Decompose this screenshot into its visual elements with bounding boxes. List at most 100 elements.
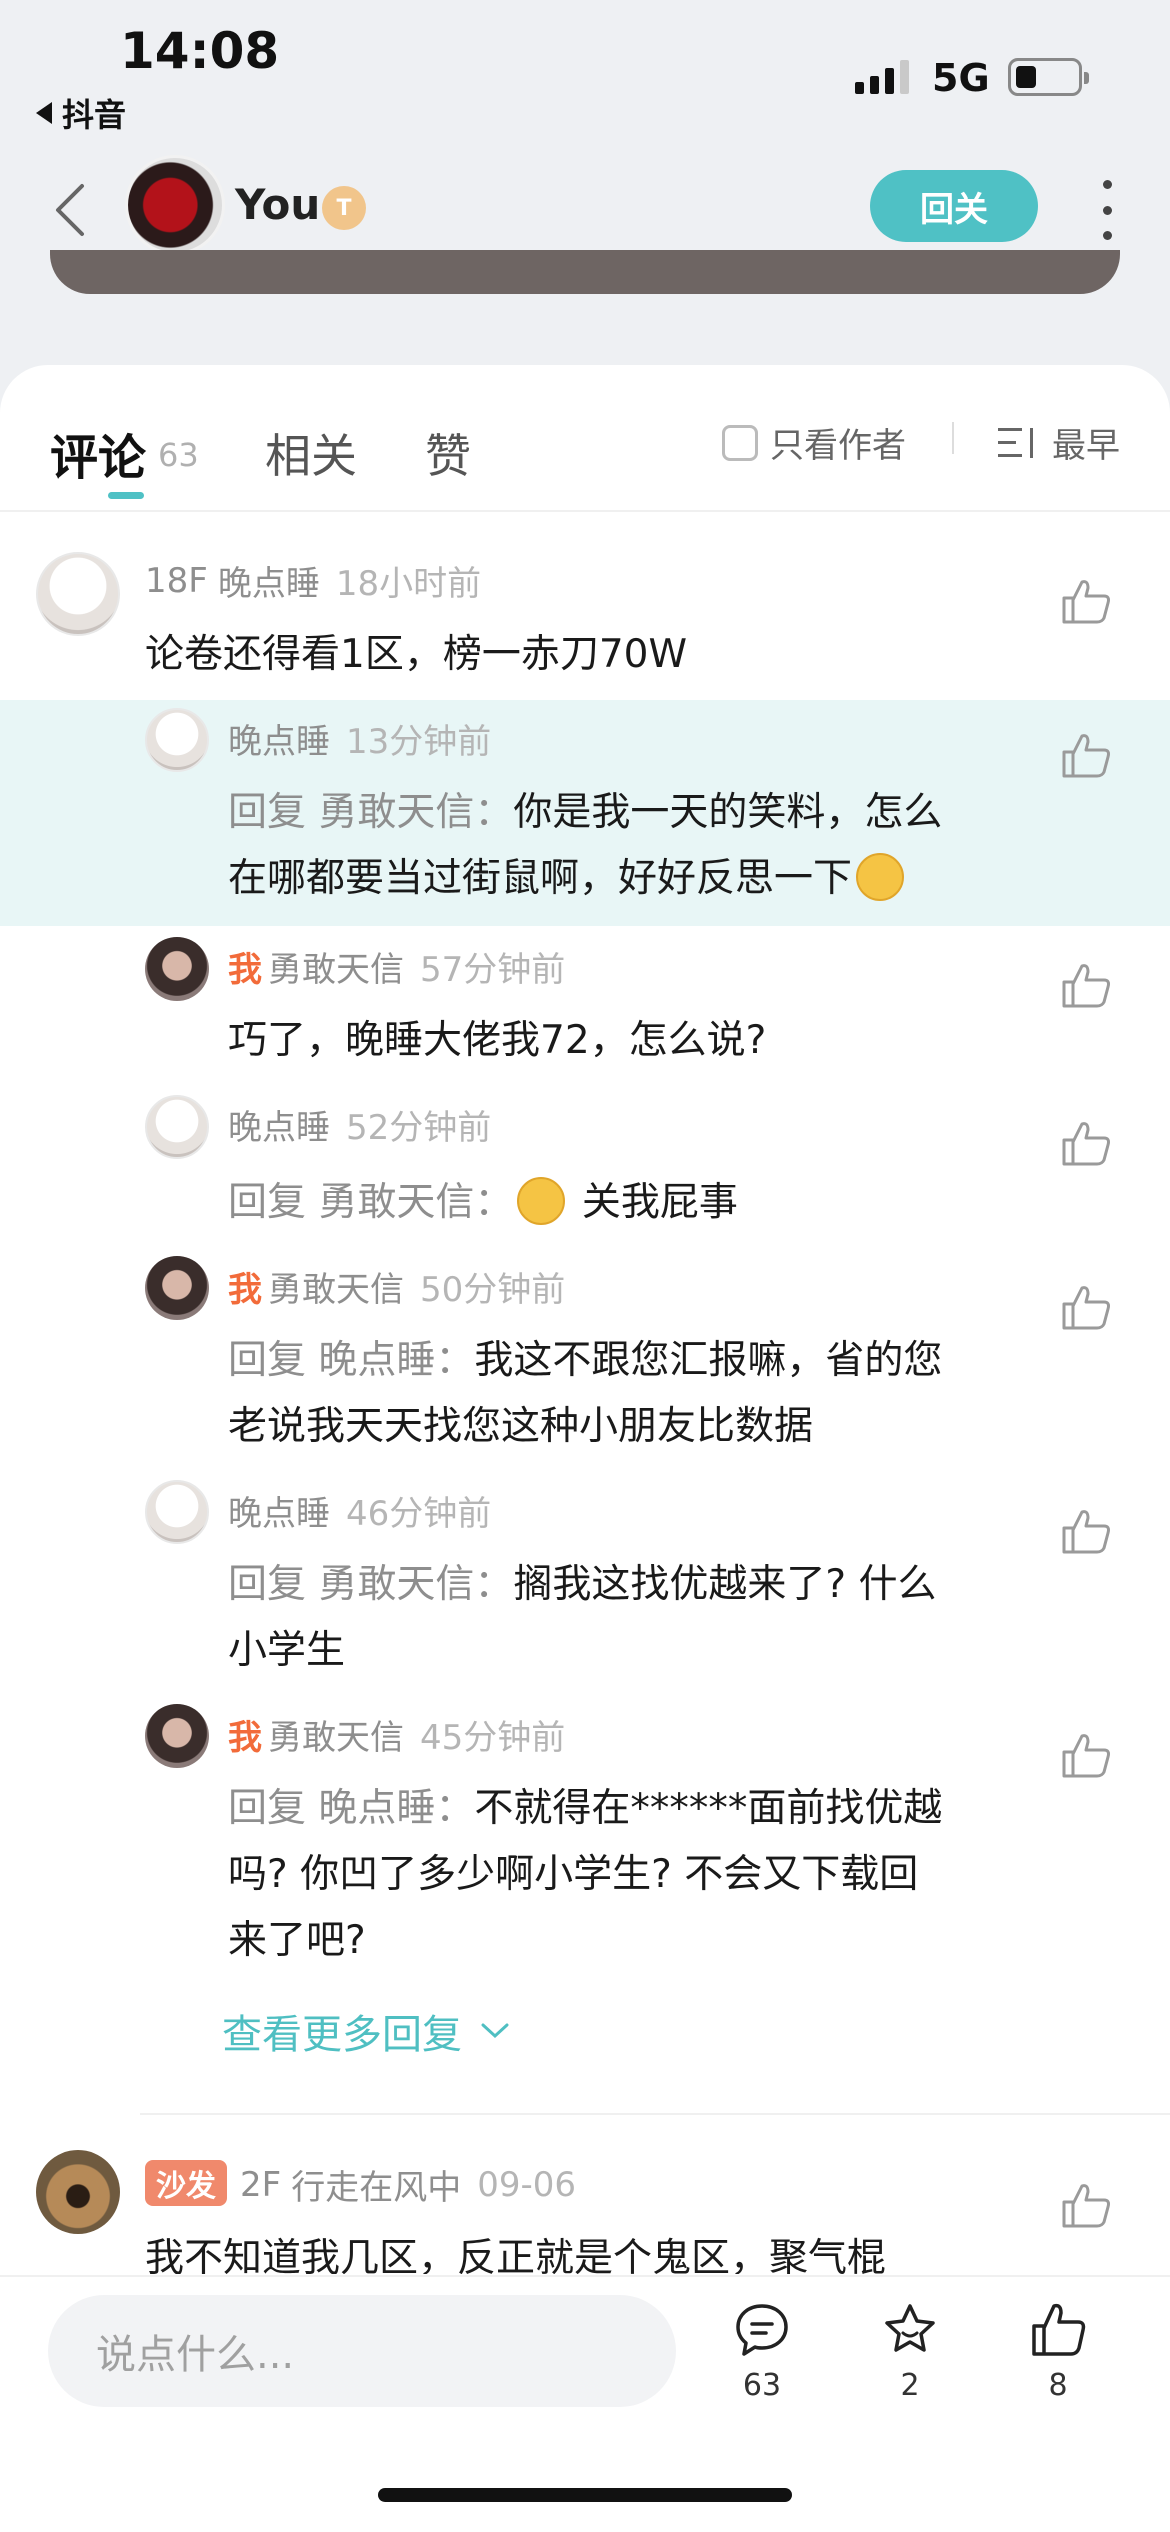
divider <box>0 510 1170 512</box>
comment-meta: 18F 晚点睡 18小时前 <box>145 556 481 605</box>
reply-prefix: 回复 勇敢天信： <box>228 790 514 835</box>
comment-input[interactable]: 说点什么... <box>48 2295 676 2407</box>
avatar[interactable] <box>145 1095 209 1159</box>
tab-comments-count: 63 <box>158 436 199 474</box>
reply-meta: 我 勇敢天信 50分钟前 <box>228 1262 565 1311</box>
reply-author[interactable]: 晚点睡 <box>228 1100 330 1149</box>
back-chevron-icon[interactable] <box>50 180 90 240</box>
reply-author[interactable]: 勇敢天信 <box>268 942 404 991</box>
comment-time: 09-06 <box>477 2164 576 2205</box>
more-options-icon[interactable] <box>1100 180 1114 240</box>
author-name[interactable]: You <box>235 180 320 229</box>
comment-author[interactable]: 晚点睡 <box>218 556 320 605</box>
signal-icon <box>855 58 909 94</box>
reply-line: 搁我这找优越来了? 什么 <box>513 1562 937 1607</box>
author-only-toggle[interactable]: 只看作者 <box>722 418 906 467</box>
reply-line: 在哪都要当过街鼠啊，好好反思一下 <box>228 856 853 901</box>
reply-time: 50分钟前 <box>420 1270 566 1310</box>
avatar[interactable] <box>145 1256 209 1320</box>
author-only-label: 只看作者 <box>770 426 906 466</box>
sort-label: 最早 <box>1052 426 1120 466</box>
like-icon[interactable] <box>1060 1732 1112 1780</box>
comment-meta: 2F 行走在风中 09-06 <box>240 2160 576 2209</box>
author-level-badge: T <box>322 186 366 230</box>
divider <box>140 2113 1170 2115</box>
reply-prefix: 回复 晚点睡： <box>228 1786 475 1831</box>
reply-author[interactable]: 勇敢天信 <box>268 1710 404 1759</box>
status-time: 14:08 <box>120 22 280 80</box>
reply-line: 小学生 <box>228 1628 346 1673</box>
me-tag: 我 <box>228 1718 262 1758</box>
author-avatar[interactable] <box>125 155 225 255</box>
divider <box>952 422 954 454</box>
comment-author[interactable]: 行走在风中 <box>291 2160 461 2209</box>
thumbs-up-icon <box>1032 2303 1086 2356</box>
favorite-button[interactable]: 2 <box>860 2300 960 2403</box>
reply-meta: 晚点睡 46分钟前 <box>228 1486 491 1535</box>
like-icon[interactable] <box>1060 578 1112 626</box>
reply-line: 你是我一天的笑料，怎么 <box>513 790 943 835</box>
likes-count: 8 <box>1048 2368 1068 2403</box>
avatar[interactable] <box>36 2150 120 2234</box>
like-icon[interactable] <box>1060 732 1112 780</box>
sofa-badge: 沙发 <box>145 2160 227 2206</box>
avatar[interactable] <box>145 708 209 772</box>
follow-back-button[interactable]: 回关 <box>870 170 1038 242</box>
reply-text: 回复 勇敢天信：搁我这找优越来了? 什么 小学生 <box>228 1552 937 1684</box>
like-icon[interactable] <box>1060 2182 1112 2230</box>
reply-line: 老说我天天找您这种小朋友比数据 <box>228 1404 814 1449</box>
reply-line: 来了吧? <box>228 1918 366 1963</box>
reply-line: 巧了，晚睡大佬我72，怎么说? <box>228 1018 767 1063</box>
tab-comments[interactable]: 评论 <box>50 418 146 488</box>
view-more-label: 查看更多回复 <box>222 2012 462 2058</box>
reply-prefix: 回复 晚点睡： <box>228 1338 475 1383</box>
emoji-icon <box>517 1176 566 1225</box>
battery-icon <box>1008 58 1089 96</box>
reply-time: 52分钟前 <box>346 1108 492 1148</box>
reply-meta: 晚点睡 52分钟前 <box>228 1100 491 1149</box>
like-icon[interactable] <box>1060 1120 1112 1168</box>
view-more-replies-button[interactable]: 查看更多回复 <box>222 2002 510 2060</box>
tab-related[interactable]: 相关 <box>265 420 357 486</box>
reply-author[interactable]: 晚点睡 <box>228 714 330 763</box>
reply-line: 关我屁事 <box>581 1180 738 1225</box>
reply-text: 回复 晚点睡：我这不跟您汇报嘛，省的您 老说我天天找您这种小朋友比数据 <box>228 1328 942 1460</box>
me-tag: 我 <box>228 950 262 990</box>
reply-text: 回复 勇敢天信： 关我屁事 <box>228 1170 738 1236</box>
like-icon[interactable] <box>1060 1508 1112 1556</box>
back-app-label: 抖音 <box>62 96 127 134</box>
tab-active-indicator <box>108 492 144 499</box>
avatar[interactable] <box>145 937 209 1001</box>
network-type: 5G <box>932 56 990 100</box>
reply-author[interactable]: 勇敢天信 <box>268 1262 404 1311</box>
reply-text: 回复 勇敢天信：你是我一天的笑料，怎么 在哪都要当过街鼠啊，好好反思一下 <box>228 780 942 912</box>
reply-time: 45分钟前 <box>420 1718 566 1758</box>
reply-meta: 晚点睡 13分钟前 <box>228 714 491 763</box>
like-icon[interactable] <box>1060 1284 1112 1332</box>
checkbox-icon[interactable] <box>722 424 758 461</box>
comment-text: 我不知道我几区，反正就是个鬼区，聚气棍 <box>145 2236 887 2274</box>
emoji-icon <box>856 852 905 901</box>
reply-prefix: 回复 勇敢天信： <box>228 1562 514 1607</box>
back-triangle-icon <box>36 102 52 124</box>
avatar[interactable] <box>36 552 120 636</box>
tab-likes[interactable]: 赞 <box>425 420 471 486</box>
home-indicator[interactable] <box>378 2488 792 2502</box>
media-preview <box>50 250 1120 294</box>
comment-text: 论卷还得看1区，榜一赤刀70W <box>145 632 688 677</box>
reply-line: 吗? 你凹了多少啊小学生? 不会又下载回 <box>228 1852 919 1897</box>
sort-toggle[interactable]: 最早 <box>998 418 1120 467</box>
star-icon <box>885 2304 935 2352</box>
reply-text: 巧了，晚睡大佬我72，怎么说? <box>228 1008 766 1074</box>
avatar[interactable] <box>145 1704 209 1768</box>
favorites-count: 2 <box>900 2368 920 2403</box>
reply-prefix: 回复 勇敢天信： <box>228 1180 514 1225</box>
back-to-app[interactable]: 抖音 <box>36 90 126 136</box>
reply-author[interactable]: 晚点睡 <box>228 1486 330 1535</box>
like-button[interactable]: 8 <box>1008 2300 1108 2403</box>
reply-time: 57分钟前 <box>420 950 566 990</box>
comments-button[interactable]: 63 <box>712 2300 812 2403</box>
comment-time: 18小时前 <box>335 564 482 604</box>
like-icon[interactable] <box>1060 962 1112 1010</box>
avatar[interactable] <box>145 1480 209 1544</box>
